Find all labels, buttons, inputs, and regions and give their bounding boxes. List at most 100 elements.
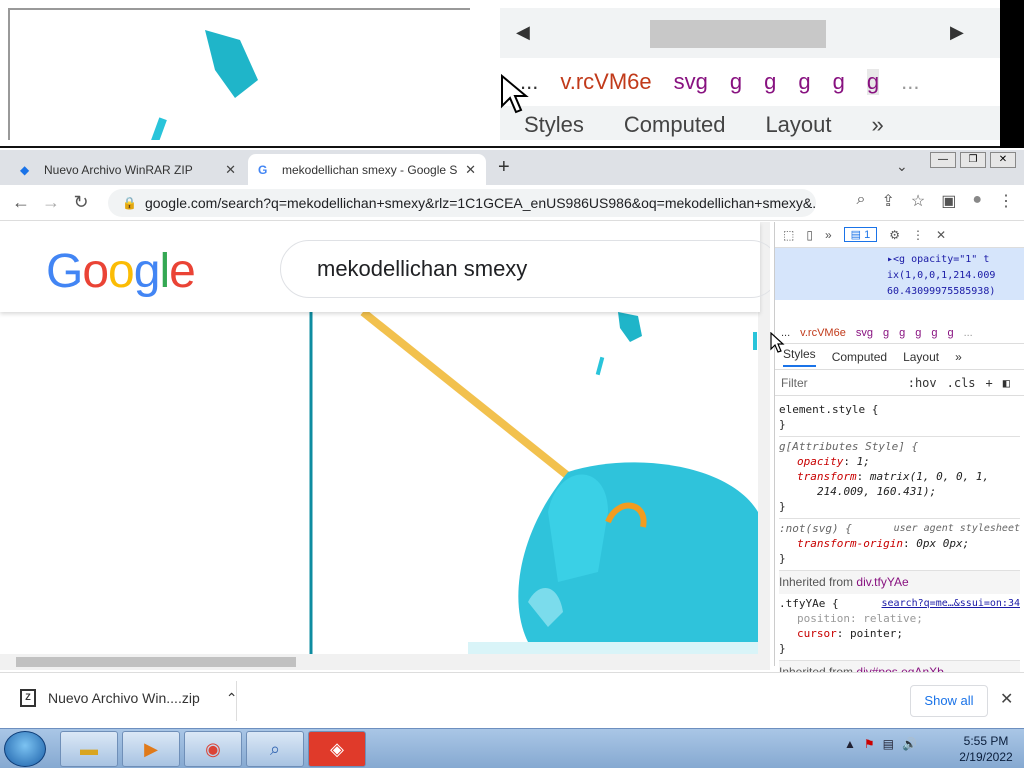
filter-input[interactable]: Filter — [781, 376, 808, 390]
devtools-toolbar: ⬚ ▯ » ▤ 1 ⚙ ⋮ ✕ — [775, 222, 1024, 248]
restore-button[interactable]: ❐ — [960, 152, 986, 168]
tab-winrar[interactable]: ◆ Nuevo Archivo WinRAR ZIP ✕ — [10, 154, 246, 185]
tab-title: Nuevo Archivo WinRAR ZIP — [44, 162, 193, 177]
issues-count: 1 — [864, 229, 871, 241]
reload-button[interactable]: ↻ — [66, 192, 96, 213]
search-input[interactable]: mekodellichan smexy — [280, 240, 770, 298]
toggle-sidebar-icon[interactable]: ◧ — [1003, 376, 1010, 390]
magnifier-taskbar-button[interactable]: ⌕ — [246, 731, 304, 767]
inherited-element-link[interactable]: div.tfyYAe — [856, 575, 908, 589]
close-devtools-icon[interactable]: ✕ — [936, 228, 946, 242]
clock[interactable]: 5:55 PM 2/19/2022 — [952, 733, 1020, 765]
property-opacity[interactable]: opacity: 1; — [779, 454, 1020, 469]
anydesk-taskbar-button[interactable]: ◈ — [308, 731, 366, 767]
download-item[interactable]: Z Nuevo Archivo Win....zip ⌃ — [20, 689, 237, 707]
start-button[interactable] — [4, 731, 46, 767]
tab-computed[interactable]: Computed — [832, 350, 887, 364]
magnifier-icon: ⌕ — [269, 738, 281, 759]
window-controls: — ❐ ✕ — [930, 152, 1016, 168]
tab-styles[interactable]: Styles — [783, 347, 816, 367]
property-name: cursor — [797, 627, 837, 640]
selector: element.style { — [779, 403, 879, 416]
magnifier-border — [1000, 0, 1024, 148]
scroll-right-icon: ▶ — [950, 22, 964, 42]
download-filename: Nuevo Archivo Win....zip — [48, 690, 200, 706]
crumb: ... — [901, 69, 920, 94]
tab: Layout — [765, 112, 832, 137]
network-icon[interactable]: ▤ — [883, 737, 894, 751]
settings-gear-icon[interactable]: ⚙ — [889, 228, 900, 242]
close-window-button[interactable]: ✕ — [990, 152, 1016, 168]
crumb[interactable]: g — [931, 327, 937, 339]
zoom-icon[interactable]: ⌕ — [856, 191, 865, 211]
action-center-icon[interactable]: ⚑ — [864, 737, 875, 751]
new-tab-button[interactable]: + — [498, 156, 510, 179]
profile-avatar-icon[interactable]: ● — [972, 191, 982, 211]
message-icon: ▤ — [850, 229, 862, 241]
property-name: transform — [797, 470, 857, 483]
devtools-menu-icon[interactable]: ⋮ — [912, 228, 924, 242]
share-icon[interactable]: ⇪ — [881, 191, 894, 211]
crumb[interactable]: g — [899, 327, 905, 339]
menu-kebab-icon[interactable]: ⋮ — [998, 191, 1014, 211]
device-toggle-icon[interactable]: ▯ — [806, 228, 813, 242]
logo-letter: G — [46, 245, 83, 298]
inspect-element-icon[interactable]: ⬚ — [783, 228, 794, 242]
folder-icon: ▬ — [80, 738, 98, 759]
magnified-breadcrumb: ... v.rcVM6e svg g g g g g ... — [500, 58, 1000, 106]
source-link[interactable]: search?q=me…&ssui=on:34 — [882, 596, 1020, 611]
property-value: matrix(1, 0, 0, 1, — [869, 470, 990, 483]
page-horizontal-scrollbar[interactable] — [0, 654, 770, 670]
more-tabs-icon[interactable]: » — [955, 350, 962, 364]
close-icon[interactable]: ✕ — [465, 162, 476, 178]
crumb[interactable]: v.rcVM6e — [800, 327, 846, 339]
crumb[interactable]: g — [947, 327, 953, 339]
ua-stylesheet-label: user agent stylesheet — [893, 523, 1020, 534]
tab-search-icon[interactable]: ⌄ — [896, 158, 908, 175]
crumb[interactable]: svg — [856, 327, 873, 339]
crumb[interactable]: ... — [964, 327, 973, 339]
property-name: opacity — [797, 455, 844, 468]
google-logo[interactable]: Google — [46, 244, 196, 299]
chrome-taskbar-button[interactable]: ◉ — [184, 731, 242, 767]
forward-button[interactable]: → — [36, 192, 66, 213]
selector: g[Attributes Style] { — [779, 440, 919, 453]
scroll-thumb[interactable] — [16, 657, 296, 667]
doodle-illustration[interactable] — [308, 308, 768, 662]
media-player-taskbar-button[interactable]: ▶ — [122, 731, 180, 767]
show-all-button[interactable]: Show all — [910, 685, 988, 717]
close-shelf-icon[interactable]: ✕ — [1000, 689, 1013, 709]
bookmark-star-icon[interactable]: ☆ — [911, 191, 925, 211]
tab: » — [871, 112, 884, 137]
property-value: pointer; — [850, 627, 903, 640]
not-svg-rule: :not(svg) { user agent stylesheet transf… — [779, 519, 1020, 571]
doodle-svg — [309, 308, 758, 662]
styles-tabs: Styles Computed Layout » — [775, 344, 1024, 370]
close-icon[interactable]: ✕ — [225, 162, 236, 178]
logo-letter: e — [169, 245, 196, 298]
side-panel-icon[interactable]: ▣ — [941, 191, 956, 211]
issues-badge[interactable]: ▤ 1 — [843, 227, 878, 242]
property-transform[interactable]: transform: matrix(1, 0, 0, 1, — [779, 469, 1020, 484]
magnified-scroll-thumb — [650, 20, 826, 48]
lock-icon: 🔒 — [122, 196, 137, 210]
volume-icon[interactable]: 🔊 — [902, 737, 917, 751]
tab-layout[interactable]: Layout — [903, 350, 939, 364]
hov-toggle[interactable]: :hov — [908, 376, 937, 390]
zip-file-icon: Z — [20, 689, 36, 707]
download-shelf: Z Nuevo Archivo Win....zip ⌃ Show all ✕ — [0, 672, 1024, 728]
crumb: v.rcVM6e — [560, 69, 652, 94]
minimize-button[interactable]: — — [930, 152, 956, 168]
elements-tree-selected[interactable]: ▸<g opacity="1" t ix(1,0,0,1,214.009 60.43… — [775, 248, 1024, 300]
cls-toggle[interactable]: .cls — [947, 376, 976, 390]
tab-google-search[interactable]: G mekodellichan smexy - Google S ✕ — [248, 154, 486, 185]
back-button[interactable]: ← — [6, 192, 36, 213]
property-value: relative; — [863, 612, 923, 625]
show-hidden-icons[interactable]: ▲ — [844, 737, 856, 751]
new-rule-icon[interactable]: + — [986, 376, 993, 390]
crumb[interactable]: g — [883, 327, 889, 339]
crumb[interactable]: g — [915, 327, 921, 339]
more-panels-icon[interactable]: » — [825, 228, 832, 242]
address-bar[interactable]: 🔒 google.com/search?q=mekodellichan+smex… — [108, 189, 816, 217]
explorer-taskbar-button[interactable]: ▬ — [60, 731, 118, 767]
